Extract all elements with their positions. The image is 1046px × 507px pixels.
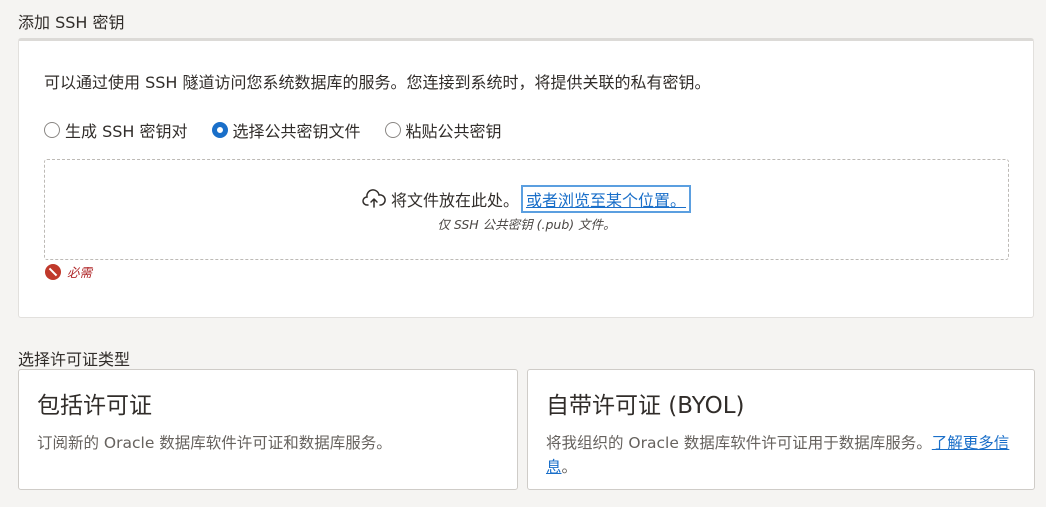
license-card-byol[interactable]: 自带许可证 (BYOL) 将我组织的 Oracle 数据库软件许可证用于数据库服… [527,369,1035,490]
radio-button-generate[interactable] [44,122,60,138]
card-desc-byol: 将我组织的 Oracle 数据库软件许可证用于数据库服务。了解更多信息。 [546,431,1016,479]
ssh-section-title: 添加 SSH 密钥 [18,13,125,32]
radio-option-generate[interactable]: 生成 SSH 密钥对 [44,118,188,142]
ssh-key-panel: 可以通过使用 SSH 隧道访问您系统数据库的服务。您连接到系统时，将提供关联的私… [18,38,1034,318]
card-title-byol: 自带许可证 (BYOL) [546,393,745,419]
cloud-upload-icon [362,189,386,208]
license-section-title: 选择许可证类型 [18,350,131,369]
error-icon [45,263,61,280]
card-desc-byol-text: 将我组织的 Oracle 数据库软件许可证用于数据库服务。 [546,434,932,452]
card-desc-included: 订阅新的 Oracle 数据库软件许可证和数据库服务。 [37,434,392,452]
ssh-description: 可以通过使用 SSH 隧道访问您系统数据库的服务。您连接到系统时，将提供关联的私… [44,73,711,92]
radio-label-generate: 生成 SSH 密钥对 [65,122,188,141]
dropzone-hint: 仅 SSH 公共密钥 (.pub) 文件。 [437,217,616,232]
radio-label-paste: 粘贴公共密钥 [405,122,502,141]
dropzone-prompt: 将文件放在此处。 或者浏览至某个位置。 [45,185,1008,213]
radio-option-paste[interactable]: 粘贴公共密钥 [384,118,502,142]
browse-link[interactable]: 或者浏览至某个位置。 [521,185,692,213]
radio-option-choose-file[interactable]: 选择公共密钥文件 [211,118,361,142]
ssh-key-radio-group: 生成 SSH 密钥对 选择公共密钥文件 粘贴公共密钥 [44,118,526,142]
card-desc-byol-suffix: 。 [561,458,578,476]
required-text: 必需 [67,265,93,280]
radio-button-paste[interactable] [384,122,401,138]
card-title-included: 包括许可证 [37,393,152,419]
required-message: 必需 [45,262,92,281]
file-dropzone[interactable]: 将文件放在此处。 或者浏览至某个位置。 仅 SSH 公共密钥 (.pub) 文件… [44,159,1009,260]
radio-label-choose-file: 选择公共密钥文件 [232,122,361,141]
drop-text: 将文件放在此处。 [390,191,519,210]
radio-button-choose-file[interactable] [211,122,228,138]
license-card-included[interactable]: 包括许可证 订阅新的 Oracle 数据库软件许可证和数据库服务。 [18,369,518,490]
